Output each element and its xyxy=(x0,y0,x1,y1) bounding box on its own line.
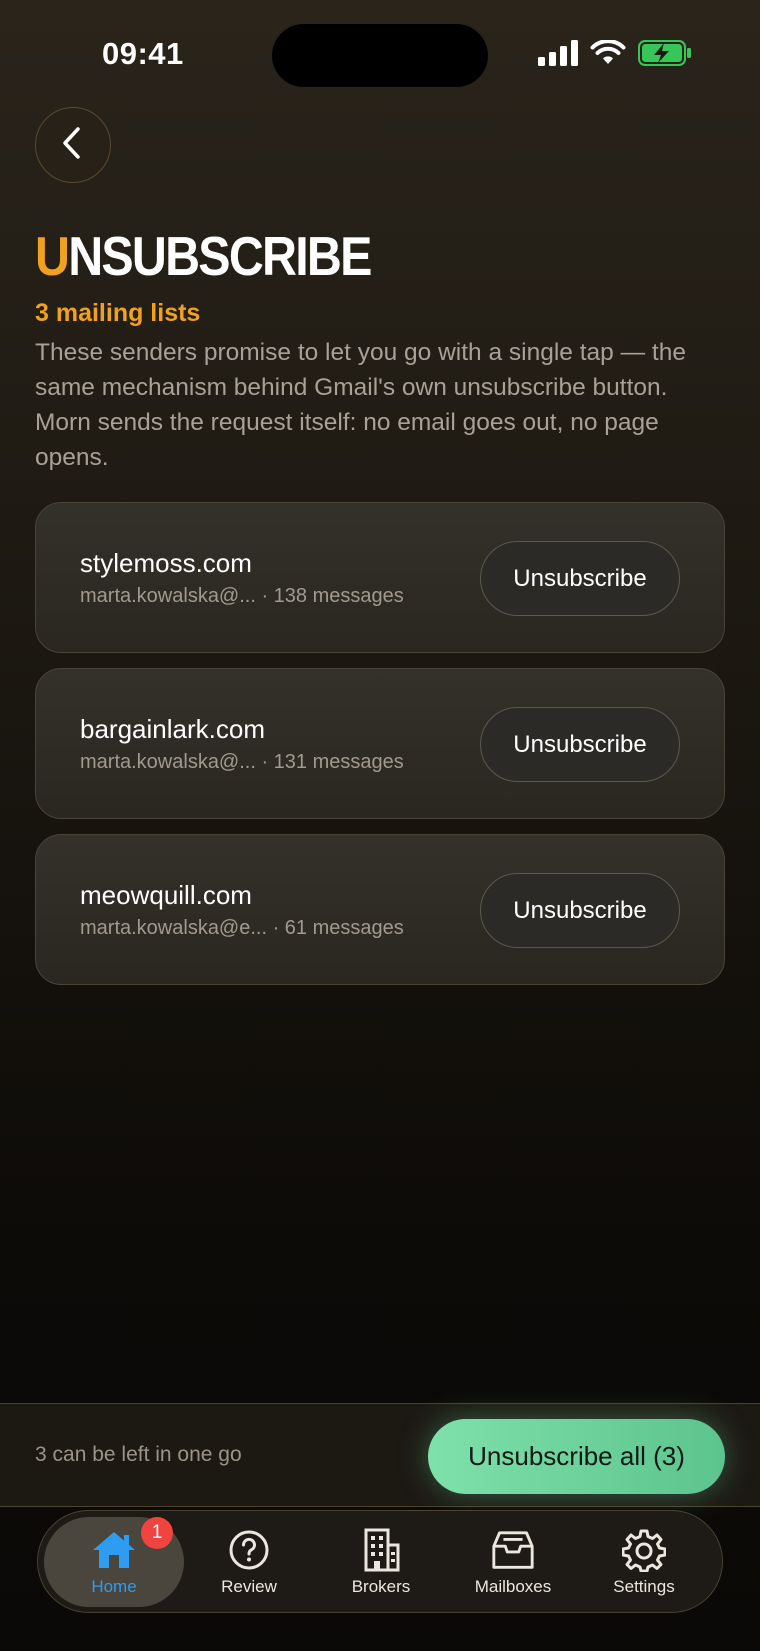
gear-icon xyxy=(621,1527,667,1573)
list-item: bargainlark.com marta.kowalska@... · 131… xyxy=(35,668,725,819)
tab-label: Review xyxy=(221,1577,277,1596)
page-title: UNSUBSCRIBE xyxy=(35,225,372,287)
list-item: meowquill.com marta.kowalska@e... · 61 m… xyxy=(35,834,725,985)
tab-label: Settings xyxy=(613,1577,675,1596)
sender-domain: stylemoss.com xyxy=(80,548,252,578)
tab-review[interactable]: Review xyxy=(179,1517,319,1607)
home-icon xyxy=(91,1527,137,1573)
sender-domain: bargainlark.com xyxy=(80,714,265,744)
sender-meta: marta.kowalska@e... · 61 messages xyxy=(80,917,404,939)
inbox-icon xyxy=(490,1527,536,1573)
list-item: stylemoss.com marta.kowalska@... · 138 m… xyxy=(35,502,725,653)
page-title-rest: NSUBSCRIBE xyxy=(68,225,372,287)
bulk-action-bar: 3 can be left in one go Unsubscribe all … xyxy=(0,1403,760,1507)
wifi-icon xyxy=(590,38,626,71)
building-icon xyxy=(358,1527,404,1573)
tab-home[interactable]: Home 1 xyxy=(44,1517,184,1607)
tab-label: Mailboxes xyxy=(474,1577,552,1596)
tab-settings[interactable]: Settings xyxy=(574,1517,714,1607)
sender-meta: marta.kowalska@... · 138 messages xyxy=(80,585,404,607)
status-icons xyxy=(538,38,692,71)
tab-label: Brokers xyxy=(351,1577,411,1596)
tab-brokers[interactable]: Brokers xyxy=(311,1517,451,1607)
page-description: These senders promise to let you go with… xyxy=(35,339,686,471)
status-bar: 09:41 xyxy=(0,0,760,110)
dynamic-island xyxy=(272,24,488,87)
page-title-initial: U xyxy=(35,225,70,287)
question-icon xyxy=(226,1527,272,1573)
tab-label: Home xyxy=(91,1577,137,1596)
unsubscribe-all-button[interactable]: Unsubscribe all (3) xyxy=(428,1419,725,1494)
status-time: 09:41 xyxy=(102,36,184,71)
chevron-left-icon xyxy=(58,125,88,166)
tab-mailboxes[interactable]: Mailboxes xyxy=(443,1517,583,1607)
sender-meta: marta.kowalska@... · 131 messages xyxy=(80,751,404,773)
bulk-action-hint: 3 can be left in one go xyxy=(35,1443,242,1466)
back-button[interactable] xyxy=(35,107,111,183)
battery-charging-icon xyxy=(638,39,692,71)
unsubscribe-button[interactable]: Unsubscribe xyxy=(480,541,680,616)
mailing-list-count: 3 mailing lists xyxy=(35,299,201,327)
unsubscribe-button[interactable]: Unsubscribe xyxy=(480,873,680,948)
cellular-signal-icon xyxy=(538,39,578,71)
notification-badge: 1 xyxy=(141,1517,173,1549)
tab-bar: Home 1 Review Brokers Mailboxes Settings xyxy=(37,1510,723,1613)
unsubscribe-button[interactable]: Unsubscribe xyxy=(480,707,680,782)
sender-domain: meowquill.com xyxy=(80,880,252,910)
